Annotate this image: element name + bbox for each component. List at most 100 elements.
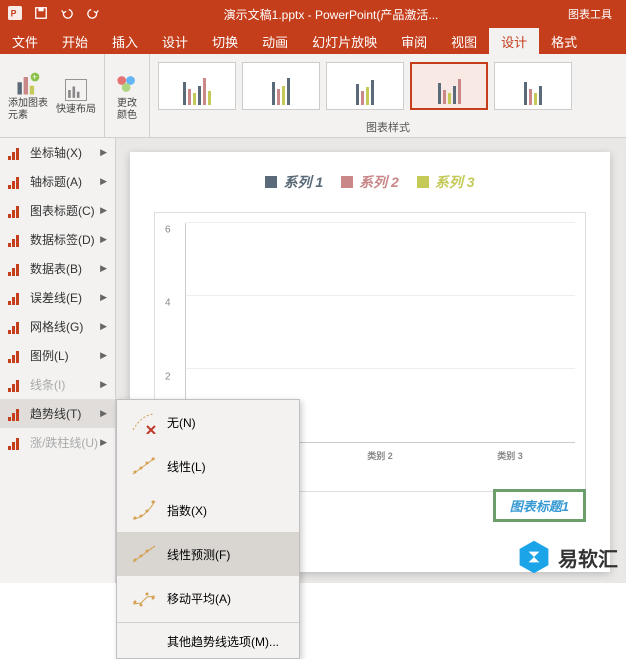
y-tick-label: 6: [165, 225, 171, 236]
tab-chart-design[interactable]: 设计: [489, 28, 539, 54]
menu-item-8: 线条(I)▶: [0, 370, 115, 399]
trendline-option-label: 无(N): [167, 414, 196, 431]
menu-item-label: 图例(L): [30, 347, 100, 364]
trendline-option-2[interactable]: 指数(X): [117, 488, 299, 532]
chevron-right-icon: ▶: [100, 292, 107, 303]
menu-item-2[interactable]: 图表标题(C)▶: [0, 196, 115, 225]
ribbon-tabs: 文件 开始 插入 设计 切换 动画 幻灯片放映 审阅 视图 设计 格式: [0, 28, 626, 54]
trendline-icon: [129, 542, 157, 566]
menu-item-label: 线条(I): [30, 376, 100, 393]
trendline-option-0[interactable]: 无(N): [117, 400, 299, 444]
trendline-option-label: 移动平均(A): [167, 590, 231, 607]
tab-animation[interactable]: 动画: [250, 28, 300, 54]
contextual-tab-label: 图表工具: [562, 6, 618, 22]
menu-item-label: 涨/跌柱线(U): [30, 434, 100, 451]
undo-icon[interactable]: [60, 6, 74, 23]
legend-label: 系列 1: [283, 172, 323, 192]
menu-item-10: 涨/跌柱线(U)▶: [0, 428, 115, 457]
menu-item-label: 数据标签(D): [30, 231, 100, 248]
watermark-text: 易软汇: [558, 543, 618, 572]
ribbon-group-chart-styles: 图表样式: [150, 54, 626, 137]
chart-style-3[interactable]: [326, 62, 404, 110]
menu-item-label: 图表标题(C): [30, 202, 100, 219]
titlebar: P 演示文稿1.pptx - PowerPoint(产品激活... 图表工具: [0, 0, 626, 28]
add-chart-element-label: 添加图表 元素: [8, 98, 48, 122]
legend-item-2: 系列 3: [417, 172, 475, 192]
tab-slideshow[interactable]: 幻灯片放映: [300, 28, 389, 54]
menu-item-5[interactable]: 误差线(E)▶: [0, 283, 115, 312]
tab-transition[interactable]: 切换: [200, 28, 250, 54]
menu-item-4[interactable]: 数据表(B)▶: [0, 254, 115, 283]
legend-swatch: [341, 176, 353, 188]
menu-item-0[interactable]: 坐标轴(X)▶: [0, 138, 115, 167]
tab-home[interactable]: 开始: [50, 28, 100, 54]
window-title: 演示文稿1.pptx - PowerPoint(产品激活...: [100, 6, 562, 23]
chevron-right-icon: ▶: [100, 205, 107, 216]
tab-format[interactable]: 格式: [539, 28, 589, 54]
trendline-option-label: 线性预测(F): [167, 546, 230, 563]
trendline-more-options[interactable]: 其他趋势线选项(M)...: [117, 625, 299, 658]
svg-text:P: P: [11, 8, 17, 18]
menu-item-6[interactable]: 网格线(G)▶: [0, 312, 115, 341]
menu-item-7[interactable]: 图例(L)▶: [0, 341, 115, 370]
chart-style-5[interactable]: [494, 62, 572, 110]
trendline-option-label: 指数(X): [167, 502, 207, 519]
chevron-right-icon: ▶: [100, 437, 107, 448]
chevron-right-icon: ▶: [100, 379, 107, 390]
legend-label: 系列 2: [359, 172, 399, 192]
tab-design[interactable]: 设计: [150, 28, 200, 54]
add-chart-element-menu: 坐标轴(X)▶轴标题(A)▶图表标题(C)▶数据标签(D)▶数据表(B)▶误差线…: [0, 138, 116, 583]
chart-title-box[interactable]: 图表标题1: [493, 489, 586, 522]
x-tick-label: 类别 3: [497, 449, 523, 462]
y-tick-label: 4: [165, 298, 171, 309]
chart-style-4[interactable]: [410, 62, 488, 110]
chart-style-2[interactable]: [242, 62, 320, 110]
chevron-right-icon: ▶: [100, 147, 107, 158]
chart-styles-label: 图表样式: [150, 117, 626, 137]
watermark: 易软汇: [516, 539, 618, 575]
tab-review[interactable]: 审阅: [389, 28, 439, 54]
tab-insert[interactable]: 插入: [100, 28, 150, 54]
trendline-submenu: 无(N) 线性(L) 指数(X) 线性预测(F) 移动平均(A) 其他趋势线选项(M)..…: [116, 399, 300, 659]
menu-item-label: 误差线(E): [30, 289, 100, 306]
menu-item-label: 轴标题(A): [30, 173, 100, 190]
trendline-icon: [129, 586, 157, 610]
trendline-option-label: 线性(L): [167, 458, 206, 475]
ppt-icon: P: [8, 6, 22, 23]
change-colors-label: 更改 颜色: [117, 98, 137, 122]
menu-item-label: 网格线(G): [30, 318, 100, 335]
legend-item-1: 系列 2: [341, 172, 399, 192]
chart-style-1[interactable]: [158, 62, 236, 110]
trendline-option-3[interactable]: 线性预测(F): [117, 532, 299, 576]
save-icon[interactable]: [34, 6, 48, 23]
menu-item-1[interactable]: 轴标题(A)▶: [0, 167, 115, 196]
menu-item-label: 趋势线(T): [30, 405, 100, 422]
trendline-icon: [129, 454, 157, 478]
menu-item-label: 坐标轴(X): [30, 144, 100, 161]
redo-icon[interactable]: [86, 6, 100, 23]
y-tick-label: 2: [165, 371, 171, 382]
legend-swatch: [265, 176, 277, 188]
quick-layout-label: 快速布局: [56, 104, 96, 116]
legend-label: 系列 3: [435, 172, 475, 192]
chevron-right-icon: ▶: [100, 408, 107, 419]
chevron-right-icon: ▶: [100, 234, 107, 245]
ribbon-group-colors: 更改 颜色: [105, 54, 150, 137]
x-tick-label: 类别 2: [367, 449, 393, 462]
ribbon-group-layout: + 添加图表 元素 快速布局: [0, 54, 105, 137]
menu-item-9[interactable]: 趋势线(T)▶: [0, 399, 115, 428]
chevron-right-icon: ▶: [100, 263, 107, 274]
ribbon: + 添加图表 元素 快速布局 更改 颜色 图表样式: [0, 54, 626, 138]
trendline-option-1[interactable]: 线性(L): [117, 444, 299, 488]
chevron-right-icon: ▶: [100, 350, 107, 361]
trendline-icon: [129, 410, 157, 434]
tab-file[interactable]: 文件: [0, 28, 50, 54]
add-chart-element-button[interactable]: + 添加图表 元素: [6, 68, 50, 124]
tab-view[interactable]: 视图: [439, 28, 489, 54]
menu-item-label: 数据表(B): [30, 260, 100, 277]
quick-layout-button[interactable]: 快速布局: [54, 74, 98, 118]
change-colors-button[interactable]: 更改 颜色: [111, 68, 143, 124]
legend-item-0: 系列 1: [265, 172, 323, 192]
menu-item-3[interactable]: 数据标签(D)▶: [0, 225, 115, 254]
chevron-right-icon: ▶: [100, 321, 107, 332]
